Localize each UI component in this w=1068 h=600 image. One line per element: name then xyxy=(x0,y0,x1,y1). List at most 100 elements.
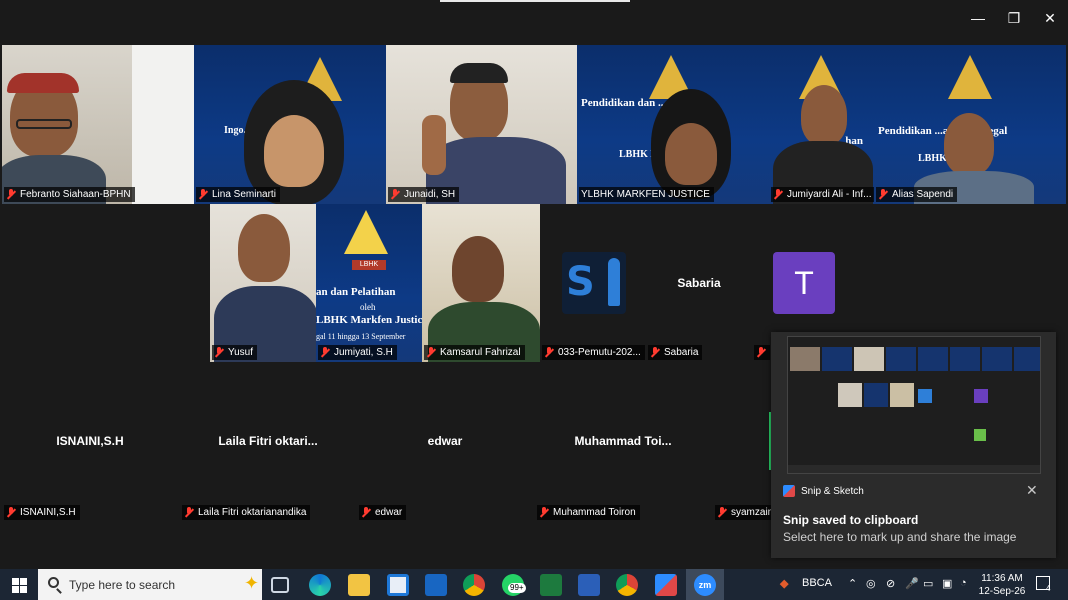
edge-icon[interactable] xyxy=(309,574,331,596)
mic-muted-icon xyxy=(390,189,400,200)
participant-name: Kamsarul Fahrizal xyxy=(424,345,525,360)
banner-text: an dan Pelatihan xyxy=(316,286,396,298)
participant-display-name: Muhammad Toi... xyxy=(574,434,672,448)
minimize-button[interactable]: — xyxy=(966,8,990,28)
notification-count: 4 xyxy=(1046,584,1051,593)
video-tile-isnaini[interactable]: ISNAINI,S.H ISNAINI,S.H xyxy=(2,362,178,522)
tray-app-label[interactable]: BBCA xyxy=(802,577,832,589)
video-tile-yusuf[interactable]: Yusuf xyxy=(210,204,316,362)
zoom-icon: zm xyxy=(694,574,716,596)
chevron-up-icon[interactable]: ⌃ xyxy=(848,577,857,590)
participant-name: syamzain xyxy=(715,505,771,520)
mic-muted-icon xyxy=(717,507,727,518)
window-titlebar: — ❐ ✕ xyxy=(0,0,1068,36)
video-tile-edwar[interactable]: edwar edwar xyxy=(357,362,533,522)
excel-icon[interactable] xyxy=(540,574,562,596)
battery-icon[interactable]: ▭ xyxy=(923,577,933,590)
task-view-icon[interactable] xyxy=(271,577,289,593)
meet-now-icon[interactable]: ◎ xyxy=(866,577,876,590)
mic-muted-icon xyxy=(320,347,330,358)
video-tile-jumiyati[interactable]: LBHK an dan Pelatihan oleh LBHK Markfen … xyxy=(316,204,422,362)
participant-name: Sabaria xyxy=(648,345,703,360)
file-explorer-icon[interactable] xyxy=(348,574,370,596)
video-tile-alias[interactable]: Pendidikan ...aan Paralegal LBHK ... Jus… xyxy=(874,45,1066,204)
participant-name: Yusuf xyxy=(212,345,258,360)
restore-button[interactable]: ❐ xyxy=(1002,8,1026,28)
video-tile-sabaria[interactable]: Sabaria Sabaria xyxy=(646,204,752,362)
participant-name: Jumiyati, S.H xyxy=(318,345,397,360)
snip-thumbnail[interactable] xyxy=(787,336,1041,474)
banner-text: gal 11 hingga 13 September xyxy=(316,332,406,341)
windows-logo-icon xyxy=(12,578,19,585)
video-tile-ylbhk-active-speaker[interactable]: Pendidikan dan ... Paralegal LBHK M... .… xyxy=(577,45,769,204)
video-tile-syamzain[interactable]: syamzain xyxy=(713,362,771,522)
snip-close-button[interactable]: ✕ xyxy=(1026,482,1038,499)
mic-muted-icon xyxy=(650,347,660,358)
participant-name: ISNAINI,S.H xyxy=(4,505,80,520)
snip-app-label: Snip & Sketch xyxy=(783,485,864,497)
mic-muted-icon xyxy=(6,507,16,518)
mic-muted-icon xyxy=(773,189,783,200)
banner-text: LBHK Markfen Justic xyxy=(316,314,422,326)
search-input[interactable]: Type here to search xyxy=(69,578,175,592)
participant-name: Laila Fitri oktarianandika xyxy=(182,505,311,520)
clock-date: 12-Sep-26 xyxy=(978,586,1026,597)
notification-badge: 99+ xyxy=(508,583,526,593)
snip-subtitle[interactable]: Select here to mark up and share the ima… xyxy=(783,530,1016,544)
video-tile-muhammad[interactable]: Muhammad Toi... Muhammad Toiron xyxy=(535,362,711,522)
participant-name: Jumiyardi Ali - Inf... xyxy=(771,187,874,202)
chrome-profile-icon[interactable] xyxy=(616,574,638,596)
video-tile-febranto[interactable]: Febranto Siahaan-BPHN xyxy=(2,45,194,204)
mic-muted-icon xyxy=(198,189,208,200)
camera-icon[interactable]: ▣ xyxy=(942,577,952,590)
participant-display-name: Sabaria xyxy=(677,276,721,290)
close-button[interactable]: ✕ xyxy=(1038,8,1062,28)
chrome-icon[interactable] xyxy=(463,574,485,596)
start-button[interactable] xyxy=(0,569,38,600)
mic-muted-icon xyxy=(214,347,224,358)
video-tile-laila[interactable]: Laila Fitri oktari... Laila Fitri oktari… xyxy=(180,362,356,522)
mic-muted-icon xyxy=(426,347,436,358)
logo-label: LBHK xyxy=(352,260,386,270)
search-icon xyxy=(48,577,59,588)
si-logo-avatar: S xyxy=(562,252,626,314)
snip-title: Snip saved to clipboard xyxy=(783,513,919,527)
title-strip xyxy=(440,0,630,2)
mute-icon[interactable]: ⊘ xyxy=(886,577,895,590)
participant-avatar: T xyxy=(773,252,835,314)
mic-muted-icon xyxy=(361,507,371,518)
mic-muted-icon xyxy=(544,347,554,358)
taskbar-clock[interactable]: 11:36 AM 12-Sep-26 xyxy=(972,572,1032,598)
bbca-icon: ◆ xyxy=(780,578,789,590)
participant-name: edwar xyxy=(359,505,407,520)
participant-name xyxy=(754,345,770,360)
video-tile-junaidi[interactable]: Junaidi, SH xyxy=(386,45,577,204)
clock-time: 11:36 AM xyxy=(981,573,1023,584)
wifi-icon[interactable]: ◔ xyxy=(960,577,967,589)
sparkle-icon: ✦ xyxy=(244,573,260,593)
participant-name: Muhammad Toiron xyxy=(537,505,640,520)
video-tile-lina[interactable]: Ingo... ...eralegal Lina Seminarti xyxy=(194,45,386,204)
outlook-icon[interactable] xyxy=(425,574,447,596)
mic-muted-icon xyxy=(539,507,549,518)
word-icon[interactable] xyxy=(578,574,600,596)
windows-taskbar: Type here to search ✦ 99+ zm ◆ BBCA ⌃ ◎ … xyxy=(0,569,1068,600)
participant-name: Junaidi, SH xyxy=(388,187,460,202)
participant-name: 033-Pemutu-202... xyxy=(542,345,645,360)
participant-name: Febranto Siahaan-BPHN xyxy=(4,187,135,202)
snip-notification[interactable]: Snip & Sketch ✕ Snip saved to clipboard … xyxy=(771,332,1056,558)
video-tile-kamsarul[interactable]: Kamsarul Fahrizal xyxy=(422,204,540,362)
participant-name: Alias Sapendi xyxy=(876,187,958,202)
participant-display-name: Laila Fitri oktari... xyxy=(218,434,318,448)
video-tile-jumiyardi[interactable]: ...han Jumiyardi Ali - Inf... xyxy=(769,45,874,204)
microphone-icon[interactable]: 🎤 xyxy=(905,577,919,590)
zoom-taskbar-button[interactable]: zm xyxy=(686,569,724,600)
snip-sketch-icon xyxy=(783,485,795,497)
participant-name: Lina Seminarti xyxy=(196,187,280,202)
store-icon[interactable] xyxy=(387,574,409,596)
taskbar-search[interactable]: Type here to search ✦ xyxy=(38,569,262,600)
mic-muted-icon xyxy=(878,189,888,200)
banner-text: oleh xyxy=(360,302,376,312)
snip-sketch-taskbar-icon[interactable] xyxy=(655,574,677,596)
participant-display-name: ISNAINI,S.H xyxy=(56,434,124,448)
